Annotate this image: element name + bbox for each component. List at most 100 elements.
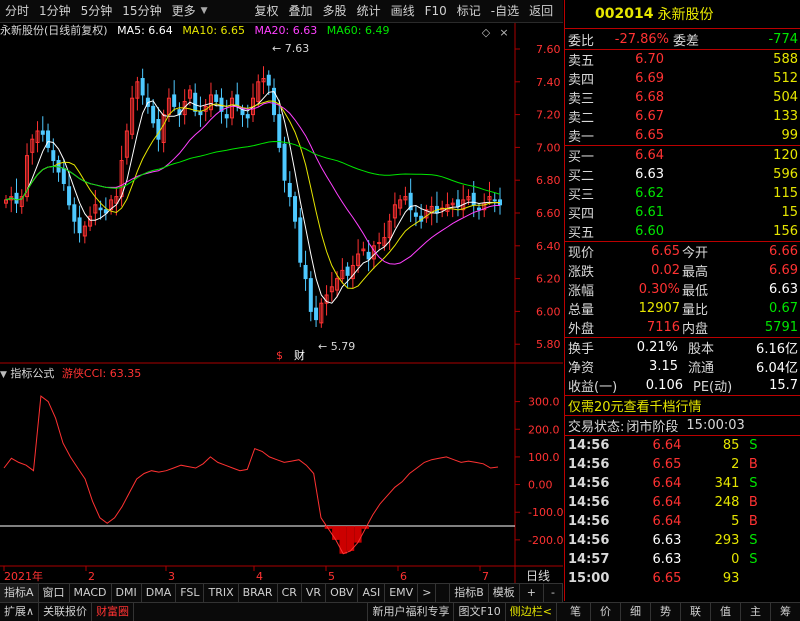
tab-indicator-a[interactable]: 指标A	[0, 584, 39, 602]
tab-jia[interactable]: 价	[591, 603, 621, 621]
tick-row[interactable]: 14:56 6.64 85 S	[565, 436, 800, 455]
tick-row[interactable]: 14:56 6.64 5 B	[565, 512, 800, 531]
tab-dma[interactable]: DMA	[142, 584, 177, 602]
stat-label: 最低	[682, 284, 709, 299]
ask-label: 卖一	[568, 130, 595, 145]
tab-zhi[interactable]: 值	[711, 603, 741, 621]
tick-row[interactable]: 14:56 6.65 2 B	[565, 455, 800, 474]
wealth-circle-button[interactable]: 财富圈	[92, 603, 135, 621]
tick-row[interactable]: 14:56 6.64 248 B	[565, 493, 800, 512]
tick-row[interactable]: 14:56 6.64 341 S	[565, 474, 800, 493]
tab-lian[interactable]: 联	[681, 603, 711, 621]
tab-vr[interactable]: VR	[302, 584, 327, 602]
tb-1min[interactable]: 1分钟	[34, 0, 76, 22]
tb-biaoji[interactable]: 标记	[452, 0, 486, 22]
tab-zhu[interactable]: 主	[741, 603, 771, 621]
candle-body	[140, 78, 145, 96]
expand-button[interactable]: 扩展∧	[0, 603, 40, 621]
tick-volume: 2	[731, 457, 740, 472]
indicator-formula-label[interactable]: 指标公式	[10, 367, 54, 380]
tab-obv[interactable]: OBV	[326, 584, 359, 602]
tick-time: 14:56	[568, 514, 610, 529]
tab-bi[interactable]: 笔	[561, 603, 591, 621]
new-user-benefit-link[interactable]: 新用户福利专享	[367, 603, 455, 621]
remove-window-button[interactable]: -	[544, 584, 563, 602]
ask-row[interactable]: 卖二 6.67 133	[565, 107, 800, 126]
bid-volume: 596	[773, 167, 798, 182]
tab-brar[interactable]: BRAR	[239, 584, 278, 602]
tick-time: 15:00	[568, 571, 610, 586]
tab-trix[interactable]: TRIX	[204, 584, 239, 602]
tab-next[interactable]: >	[418, 584, 437, 602]
tick-price: 6.64	[652, 495, 682, 510]
tab-template[interactable]: 模板	[489, 584, 520, 602]
bid-row[interactable]: 买二 6.63 596	[565, 165, 800, 184]
tb-fuquan[interactable]: 复权	[250, 0, 284, 22]
tick-list[interactable]: 14:56 6.64 85 S 14:56 6.65 2 B 14:56 6.64 341 S 14:5…	[565, 436, 800, 588]
tick-row[interactable]: 15:00 6.65 93	[565, 569, 800, 588]
tb-more[interactable]: 更多	[167, 0, 201, 22]
stat-label: 外盘	[568, 322, 595, 337]
tick-row[interactable]: 14:57 6.63 0 S	[565, 550, 800, 569]
tick-row[interactable]: 14:56 6.63 293 S	[565, 531, 800, 550]
stat-label: 现价	[568, 246, 595, 261]
candle-body	[224, 114, 229, 119]
tb-f10[interactable]: F10	[420, 0, 452, 22]
tab-fsl[interactable]: FSL	[176, 584, 205, 602]
tab-window[interactable]: 窗口	[39, 584, 70, 602]
chevron-down-icon[interactable]: ▼	[201, 6, 208, 16]
tab-chou[interactable]: 筹	[771, 603, 800, 621]
quote-header: 002014 永新股份	[565, 0, 800, 29]
tb-15min[interactable]: 15分钟	[117, 0, 166, 22]
diamond-icon[interactable]: ◇	[478, 26, 494, 40]
bid-row[interactable]: 买五 6.60 156	[565, 222, 800, 241]
ask-row[interactable]: 卖五 6.70 588	[565, 50, 800, 69]
add-window-button[interactable]: +	[520, 584, 545, 602]
tab-shi[interactable]: 势	[651, 603, 681, 621]
close-icon[interactable]: ×	[496, 26, 512, 40]
tb-5min[interactable]: 5分钟	[76, 0, 118, 22]
tb-duogu[interactable]: 多股	[318, 0, 352, 22]
candle-body	[235, 94, 240, 107]
cci-tick-label: -200.0	[528, 534, 563, 547]
tab-emv[interactable]: EMV	[385, 584, 419, 602]
sidebar-toggle[interactable]: 侧边栏<	[506, 603, 557, 621]
bid-row[interactable]: 买一 6.64 120	[565, 146, 800, 165]
bid-row[interactable]: 买四 6.61 15	[565, 203, 800, 222]
promo-row[interactable]: 仅需20元查看千档行情	[565, 396, 800, 416]
tb-back[interactable]: 返回	[524, 0, 558, 22]
ask-row[interactable]: 卖一 6.65 99	[565, 126, 800, 145]
tb-tongji[interactable]: 统计	[352, 0, 386, 22]
ask-volume: 504	[773, 90, 798, 105]
candle-body	[245, 114, 250, 119]
chart-toolbar: 分时 1分钟 5分钟 15分钟 更多 ▼ 复权 叠加 多股 统计 画线 F10 …	[0, 0, 563, 23]
tab-xi[interactable]: 细	[621, 603, 651, 621]
bid-row[interactable]: 买三 6.62 115	[565, 184, 800, 203]
candle-body	[413, 212, 418, 217]
chevron-down-icon[interactable]: ▼	[0, 370, 7, 380]
tab-dmi[interactable]: DMI	[112, 584, 142, 602]
stat-label: 涨幅	[568, 284, 595, 299]
weibi-value: -27.86%	[614, 31, 670, 47]
stat-label: 量比	[682, 303, 709, 318]
stat-value: 0.30%	[638, 282, 681, 297]
candle-body	[308, 278, 313, 312]
tab-cr[interactable]: CR	[278, 584, 302, 602]
tb-fenshi[interactable]: 分时	[0, 0, 34, 22]
tab-macd[interactable]: MACD	[70, 584, 112, 602]
ask-row[interactable]: 卖三 6.68 504	[565, 88, 800, 107]
kline-chart[interactable]: 7.60 7.40 7.20 7.00 6.80 6.60 6.40 6.20 6.00 5.80…	[0, 0, 564, 583]
bid-price: 6.62	[635, 186, 665, 201]
f10-graphic-link[interactable]: 图文F10	[454, 603, 506, 621]
tab-indicator-b[interactable]: 指标B	[449, 584, 489, 602]
candle-body	[77, 217, 82, 234]
tab-asi[interactable]: ASI	[358, 584, 386, 602]
promo-text[interactable]: 仅需20元查看千档行情	[568, 396, 702, 415]
candle-body	[476, 207, 481, 211]
tb-zixuan[interactable]: -自选	[486, 0, 524, 22]
related-quotes-button[interactable]: 关联报价	[39, 603, 93, 621]
tb-diejia[interactable]: 叠加	[284, 0, 318, 22]
ask-row[interactable]: 卖四 6.69 512	[565, 69, 800, 88]
candle-body	[193, 92, 198, 112]
tb-huaxian[interactable]: 画线	[386, 0, 420, 22]
